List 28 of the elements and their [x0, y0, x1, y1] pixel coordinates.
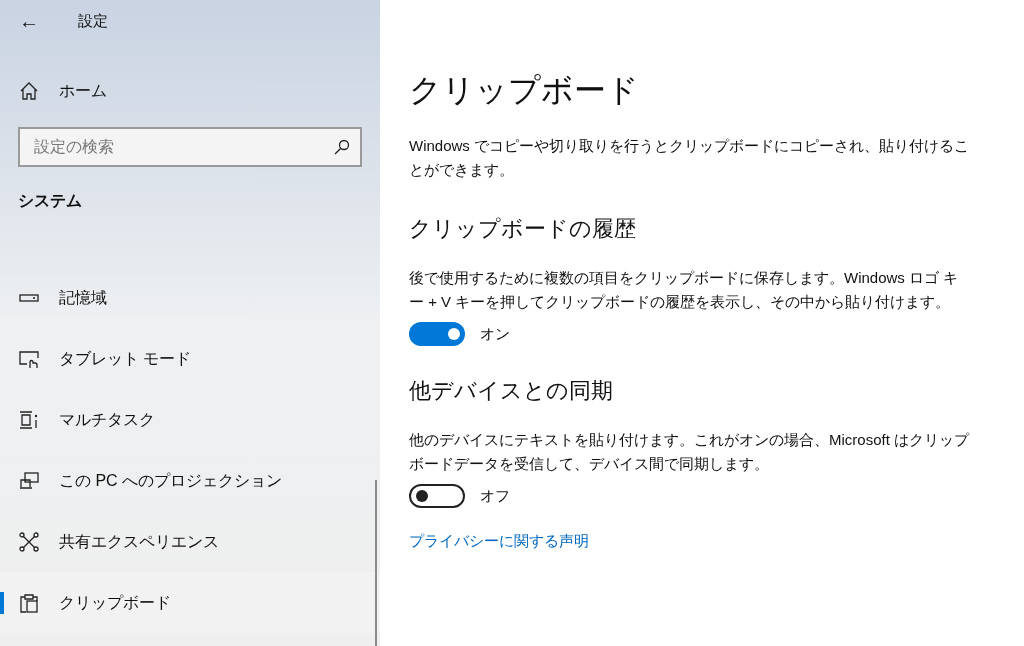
- monitor-laptop-icon: [19, 470, 39, 491]
- section-heading: 他デバイスとの同期: [409, 377, 613, 405]
- toggle-state-label: オフ: [480, 485, 510, 506]
- section-heading: クリップボードの履歴: [409, 215, 636, 243]
- multitask-icon: [19, 409, 39, 430]
- nav-item[interactable]: 共有エクスペリエンス: [0, 511, 380, 572]
- toggle-switch[interactable]: [409, 322, 465, 346]
- privacy-link[interactable]: プライバシーに関する声明: [409, 530, 589, 553]
- toggle-state-label: オン: [480, 323, 510, 344]
- home-link[interactable]: ホーム: [0, 70, 380, 112]
- nav-item[interactable]: この PC へのプロジェクション: [0, 450, 380, 511]
- network-nodes-icon: [19, 531, 39, 552]
- description-text: 他のデバイスにテキストを貼り付けます。これがオンの場合、Microsoft はクリップボードデータを受信して、デバイス間で同期します。: [409, 430, 969, 474]
- description-text: Windows でコピーや切り取りを行うとクリップボードにコピーされ、貼り付けることができます。: [409, 136, 971, 180]
- search-icon: [334, 139, 350, 155]
- page-title: クリップボード: [409, 71, 639, 110]
- home-icon: [19, 81, 39, 101]
- nav-item[interactable]: タブレット モード: [0, 328, 380, 389]
- description-text: 後で使用するために複数の項目をクリップボードに保存します。Windows ロゴ キー + V キーを押してクリップボードの履歴を表示し、その中から貼り付けます。: [409, 268, 960, 312]
- tablet-touch-icon: [19, 348, 39, 369]
- search-field[interactable]: 設定の検索: [18, 127, 362, 167]
- clipboard-icon: [19, 592, 39, 613]
- section-heading: システム: [17, 191, 82, 211]
- window-title: 設定: [78, 10, 108, 31]
- toggle-switch[interactable]: [409, 484, 465, 508]
- nav-item[interactable]: マルチタスク: [0, 389, 380, 450]
- back-button[interactable]: ←: [18, 6, 40, 36]
- nav-item[interactable]: 記憶域: [0, 267, 380, 328]
